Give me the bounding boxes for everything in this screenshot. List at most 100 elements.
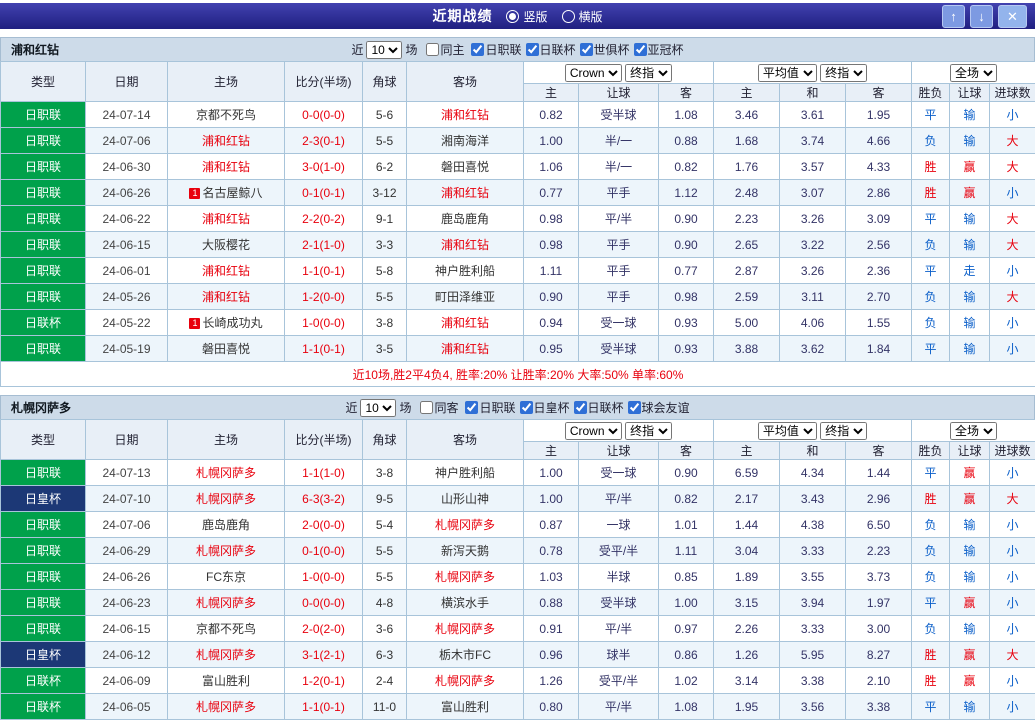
match-row[interactable]: 日职联 24-06-29 札幌冈萨多 0-1(0-0) 5-5 新泻天鹅 0.7…	[1, 538, 1035, 564]
match-row[interactable]: 日职联 24-05-19 磐田喜悦 1-1(0-1) 3-5 浦和红钻 0.95…	[1, 336, 1035, 362]
away-cell[interactable]: 山形山神	[407, 486, 524, 512]
away-team[interactable]: 新泻天鹅	[441, 544, 489, 558]
away-cell[interactable]: 栃木市FC	[407, 642, 524, 668]
home-team[interactable]: FC东京	[206, 570, 246, 584]
fullmatch-select[interactable]: 全场	[950, 422, 997, 440]
match-row[interactable]: 日职联 24-06-26 FC东京 1-0(0-0) 5-5 札幌冈萨多 1.0…	[1, 564, 1035, 590]
same-venue-toggle[interactable]: 同主	[426, 41, 464, 58]
home-cell[interactable]: 浦和红钻	[168, 284, 285, 310]
match-row[interactable]: 日职联 24-05-26 浦和红钻 1-2(0-0) 5-5 町田泽维亚 0.9…	[1, 284, 1035, 310]
home-cell[interactable]: 磐田喜悦	[168, 336, 285, 362]
away-cell[interactable]: 富山胜利	[407, 694, 524, 720]
away-team[interactable]: 磐田喜悦	[441, 160, 489, 174]
home-team[interactable]: 名古屋鲸八	[202, 186, 262, 200]
league-filter-checkbox[interactable]	[634, 43, 647, 56]
away-team[interactable]: 札幌冈萨多	[435, 622, 495, 636]
home-cell[interactable]: 札幌冈萨多	[168, 486, 285, 512]
home-team[interactable]: 磐田喜悦	[202, 342, 250, 356]
match-row[interactable]: 日联杯 24-06-09 富山胜利 1-2(0-1) 2-4 札幌冈萨多 1.2…	[1, 668, 1035, 694]
bookmaker-select[interactable]: Crown	[565, 64, 622, 82]
near-count-select[interactable]: 10	[360, 399, 396, 417]
close-button[interactable]: ✕	[998, 5, 1027, 28]
league-filter[interactable]: 日职联	[471, 41, 521, 58]
league-filter[interactable]: 日联杯	[574, 399, 624, 416]
home-cell[interactable]: 浦和红钻	[168, 206, 285, 232]
league-filter[interactable]: 日职联	[465, 399, 515, 416]
home-team[interactable]: 鹿岛鹿角	[202, 518, 250, 532]
home-cell[interactable]: 札幌冈萨多	[168, 460, 285, 486]
away-team[interactable]: 浦和红钻	[441, 108, 489, 122]
home-team[interactable]: 京都不死鸟	[196, 622, 256, 636]
match-row[interactable]: 日职联 24-06-15 大阪樱花 2-1(1-0) 3-3 浦和红钻 0.98…	[1, 232, 1035, 258]
home-cell[interactable]: 京都不死鸟	[168, 616, 285, 642]
home-cell[interactable]: 1长崎成功丸	[168, 310, 285, 336]
home-cell[interactable]: 京都不死鸟	[168, 102, 285, 128]
away-cell[interactable]: 札幌冈萨多	[407, 564, 524, 590]
match-row[interactable]: 日职联 24-07-13 札幌冈萨多 1-1(1-0) 3-8 神户胜利船 1.…	[1, 460, 1035, 486]
home-team[interactable]: 浦和红钻	[202, 264, 250, 278]
away-cell[interactable]: 神户胜利船	[407, 460, 524, 486]
league-filter-checkbox[interactable]	[574, 401, 587, 414]
home-team[interactable]: 札幌冈萨多	[196, 466, 256, 480]
away-cell[interactable]: 浦和红钻	[407, 232, 524, 258]
away-cell[interactable]: 札幌冈萨多	[407, 512, 524, 538]
home-cell[interactable]: 1名古屋鲸八	[168, 180, 285, 206]
home-team[interactable]: 札幌冈萨多	[196, 544, 256, 558]
same-venue-checkbox[interactable]	[420, 401, 433, 414]
away-cell[interactable]: 神户胜利船	[407, 258, 524, 284]
home-cell[interactable]: 大阪樱花	[168, 232, 285, 258]
away-cell[interactable]: 浦和红钻	[407, 310, 524, 336]
match-row[interactable]: 日皇杯 24-07-10 札幌冈萨多 6-3(3-2) 9-5 山形山神 1.0…	[1, 486, 1035, 512]
match-row[interactable]: 日职联 24-06-26 1名古屋鲸八 0-1(0-1) 3-12 浦和红钻 0…	[1, 180, 1035, 206]
league-filter-checkbox[interactable]	[520, 401, 533, 414]
home-team[interactable]: 浦和红钻	[202, 160, 250, 174]
away-team[interactable]: 浦和红钻	[441, 186, 489, 200]
away-team[interactable]: 鹿岛鹿角	[441, 212, 489, 226]
bookmaker-select[interactable]: Crown	[565, 422, 622, 440]
layout-radio-vertical[interactable]: 竖版	[506, 8, 547, 25]
match-row[interactable]: 日职联 24-06-30 浦和红钻 3-0(1-0) 6-2 磐田喜悦 1.06…	[1, 154, 1035, 180]
away-team[interactable]: 栃木市FC	[439, 648, 491, 662]
home-team[interactable]: 浦和红钻	[202, 212, 250, 226]
average-select[interactable]: 平均值	[758, 64, 817, 82]
near-count-select[interactable]: 10	[366, 41, 402, 59]
league-filter-checkbox[interactable]	[465, 401, 478, 414]
home-team[interactable]: 富山胜利	[202, 674, 250, 688]
home-cell[interactable]: FC东京	[168, 564, 285, 590]
away-cell[interactable]: 町田泽维亚	[407, 284, 524, 310]
away-team[interactable]: 山形山神	[441, 492, 489, 506]
home-cell[interactable]: 札幌冈萨多	[168, 590, 285, 616]
same-venue-checkbox[interactable]	[426, 43, 439, 56]
away-team[interactable]: 湘南海洋	[441, 134, 489, 148]
layout-radio-horizontal[interactable]: 横版	[562, 8, 603, 25]
away-team[interactable]: 神户胜利船	[435, 466, 495, 480]
match-row[interactable]: 日皇杯 24-06-12 札幌冈萨多 3-1(2-1) 6-3 栃木市FC 0.…	[1, 642, 1035, 668]
away-team[interactable]: 浦和红钻	[441, 316, 489, 330]
same-venue-toggle[interactable]: 同客	[420, 399, 458, 416]
league-filter[interactable]: 日联杯	[526, 41, 576, 58]
final-odds-select[interactable]: 终指	[625, 422, 672, 440]
match-row[interactable]: 日职联 24-06-22 浦和红钻 2-2(0-2) 9-1 鹿岛鹿角 0.98…	[1, 206, 1035, 232]
away-team[interactable]: 札幌冈萨多	[435, 674, 495, 688]
home-cell[interactable]: 札幌冈萨多	[168, 642, 285, 668]
home-cell[interactable]: 札幌冈萨多	[168, 694, 285, 720]
away-cell[interactable]: 新泻天鹅	[407, 538, 524, 564]
league-filter-checkbox[interactable]	[471, 43, 484, 56]
home-team[interactable]: 札幌冈萨多	[196, 492, 256, 506]
match-row[interactable]: 日联杯 24-05-22 1长崎成功丸 1-0(0-0) 3-8 浦和红钻 0.…	[1, 310, 1035, 336]
final-odds-select-2[interactable]: 终指	[820, 422, 867, 440]
fullmatch-select[interactable]: 全场	[950, 64, 997, 82]
home-team[interactable]: 札幌冈萨多	[196, 596, 256, 610]
away-team[interactable]: 浦和红钻	[441, 342, 489, 356]
home-cell[interactable]: 浦和红钻	[168, 154, 285, 180]
home-cell[interactable]: 浦和红钻	[168, 258, 285, 284]
away-team[interactable]: 町田泽维亚	[435, 290, 495, 304]
home-team[interactable]: 浦和红钻	[202, 134, 250, 148]
match-row[interactable]: 日联杯 24-06-05 札幌冈萨多 1-1(0-1) 11-0 富山胜利 0.…	[1, 694, 1035, 720]
home-cell[interactable]: 富山胜利	[168, 668, 285, 694]
match-row[interactable]: 日职联 24-07-14 京都不死鸟 0-0(0-0) 5-6 浦和红钻 0.8…	[1, 102, 1035, 128]
away-team[interactable]: 神户胜利船	[435, 264, 495, 278]
away-cell[interactable]: 磐田喜悦	[407, 154, 524, 180]
away-cell[interactable]: 鹿岛鹿角	[407, 206, 524, 232]
home-cell[interactable]: 鹿岛鹿角	[168, 512, 285, 538]
